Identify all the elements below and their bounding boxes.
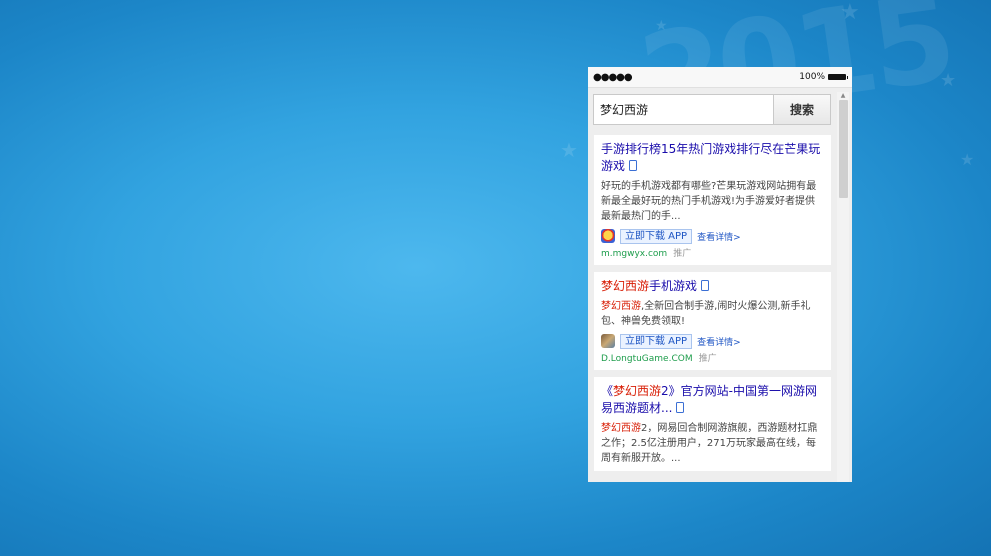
view-details-link[interactable]: 查看详情> [697,230,741,243]
status-bar: ●●●●● 100% [588,67,852,88]
download-app-button[interactable]: 立即下载 APP [620,333,693,349]
search-result-card: 《梦幻西游2》官方网站-中国第一网游网易西游题材... 梦幻西游2，网易回合制网… [594,377,831,471]
app-logo-icon [601,229,615,243]
star-decoration-icon: ★ [960,150,975,169]
result-description: 梦幻西游2，网易回合制网游旗舰，西游题材扛鼎之作；2.5亿注册用户，271万玩家… [601,423,818,464]
search-input[interactable] [593,94,774,125]
search-result-card: 梦幻西游手机游戏 梦幻西游,全新回合制手游,闹时火爆公测,新手礼包、神兽免费领取… [594,272,831,370]
result-title-link[interactable]: 《梦幻西游2》官方网站-中国第一网游网易西游题材... [601,383,824,417]
ad-label: 推广 [698,354,717,364]
mobile-phone-icon [701,280,710,291]
search-results-list: 手游排行榜15年热门游戏排行尽在芒果玩游戏 好玩的手机游戏都有哪些?芒果玩游戏网… [594,135,831,478]
download-app-button[interactable]: 立即下载 APP [620,228,693,244]
search-result-card: 手游排行榜15年热门游戏排行尽在芒果玩游戏 好玩的手机游戏都有哪些?芒果玩游戏网… [594,135,831,265]
star-decoration-icon: ★ [940,70,957,91]
scroll-thumb[interactable] [839,100,848,198]
search-bar: 搜索 [593,94,831,125]
result-meta: D.LongtuGame.COM 推广 [601,353,824,365]
signal-strength-icon: ●●●●● [593,71,633,83]
result-meta: m.mgwyx.com 推广 [601,248,824,260]
ad-label: 推广 [673,249,692,259]
scrollbar[interactable]: ▲ [837,92,849,482]
mobile-phone-icon [676,402,685,413]
battery-percent: 100% [799,72,825,82]
mobile-phone-icon [629,160,638,171]
result-domain: m.mgwyx.com [601,249,668,259]
scroll-up-arrow-icon[interactable]: ▲ [837,92,849,100]
app-download-row: 立即下载 APP 查看详情> [601,228,824,244]
result-title-link[interactable]: 手游排行榜15年热门游戏排行尽在芒果玩游戏 [601,141,824,175]
view-details-link[interactable]: 查看详情> [697,335,741,348]
app-download-row: 立即下载 APP 查看详情> [601,333,824,349]
result-domain: D.LongtuGame.COM [601,354,693,364]
search-button[interactable]: 搜索 [774,94,831,125]
app-logo-icon [601,334,615,348]
battery-indicator: 100% [799,72,848,82]
result-title-link[interactable]: 梦幻西游手机游戏 [601,278,824,295]
star-decoration-icon: ★ [655,18,668,34]
result-description: 梦幻西游,全新回合制手游,闹时火爆公测,新手礼包、神兽免费领取! [601,301,811,327]
mobile-phone-screen: ●●●●● 100% 搜索 ▲ 手游排行榜15年热门游戏排行尽在芒果玩游戏 好玩… [588,67,852,482]
star-decoration-icon: ★ [560,138,578,162]
result-description: 好玩的手机游戏都有哪些?芒果玩游戏网站拥有最新最全最好玩的热门手机游戏!为手游爱… [601,181,817,222]
star-decoration-icon: ★ [840,0,860,25]
battery-icon [828,74,848,80]
